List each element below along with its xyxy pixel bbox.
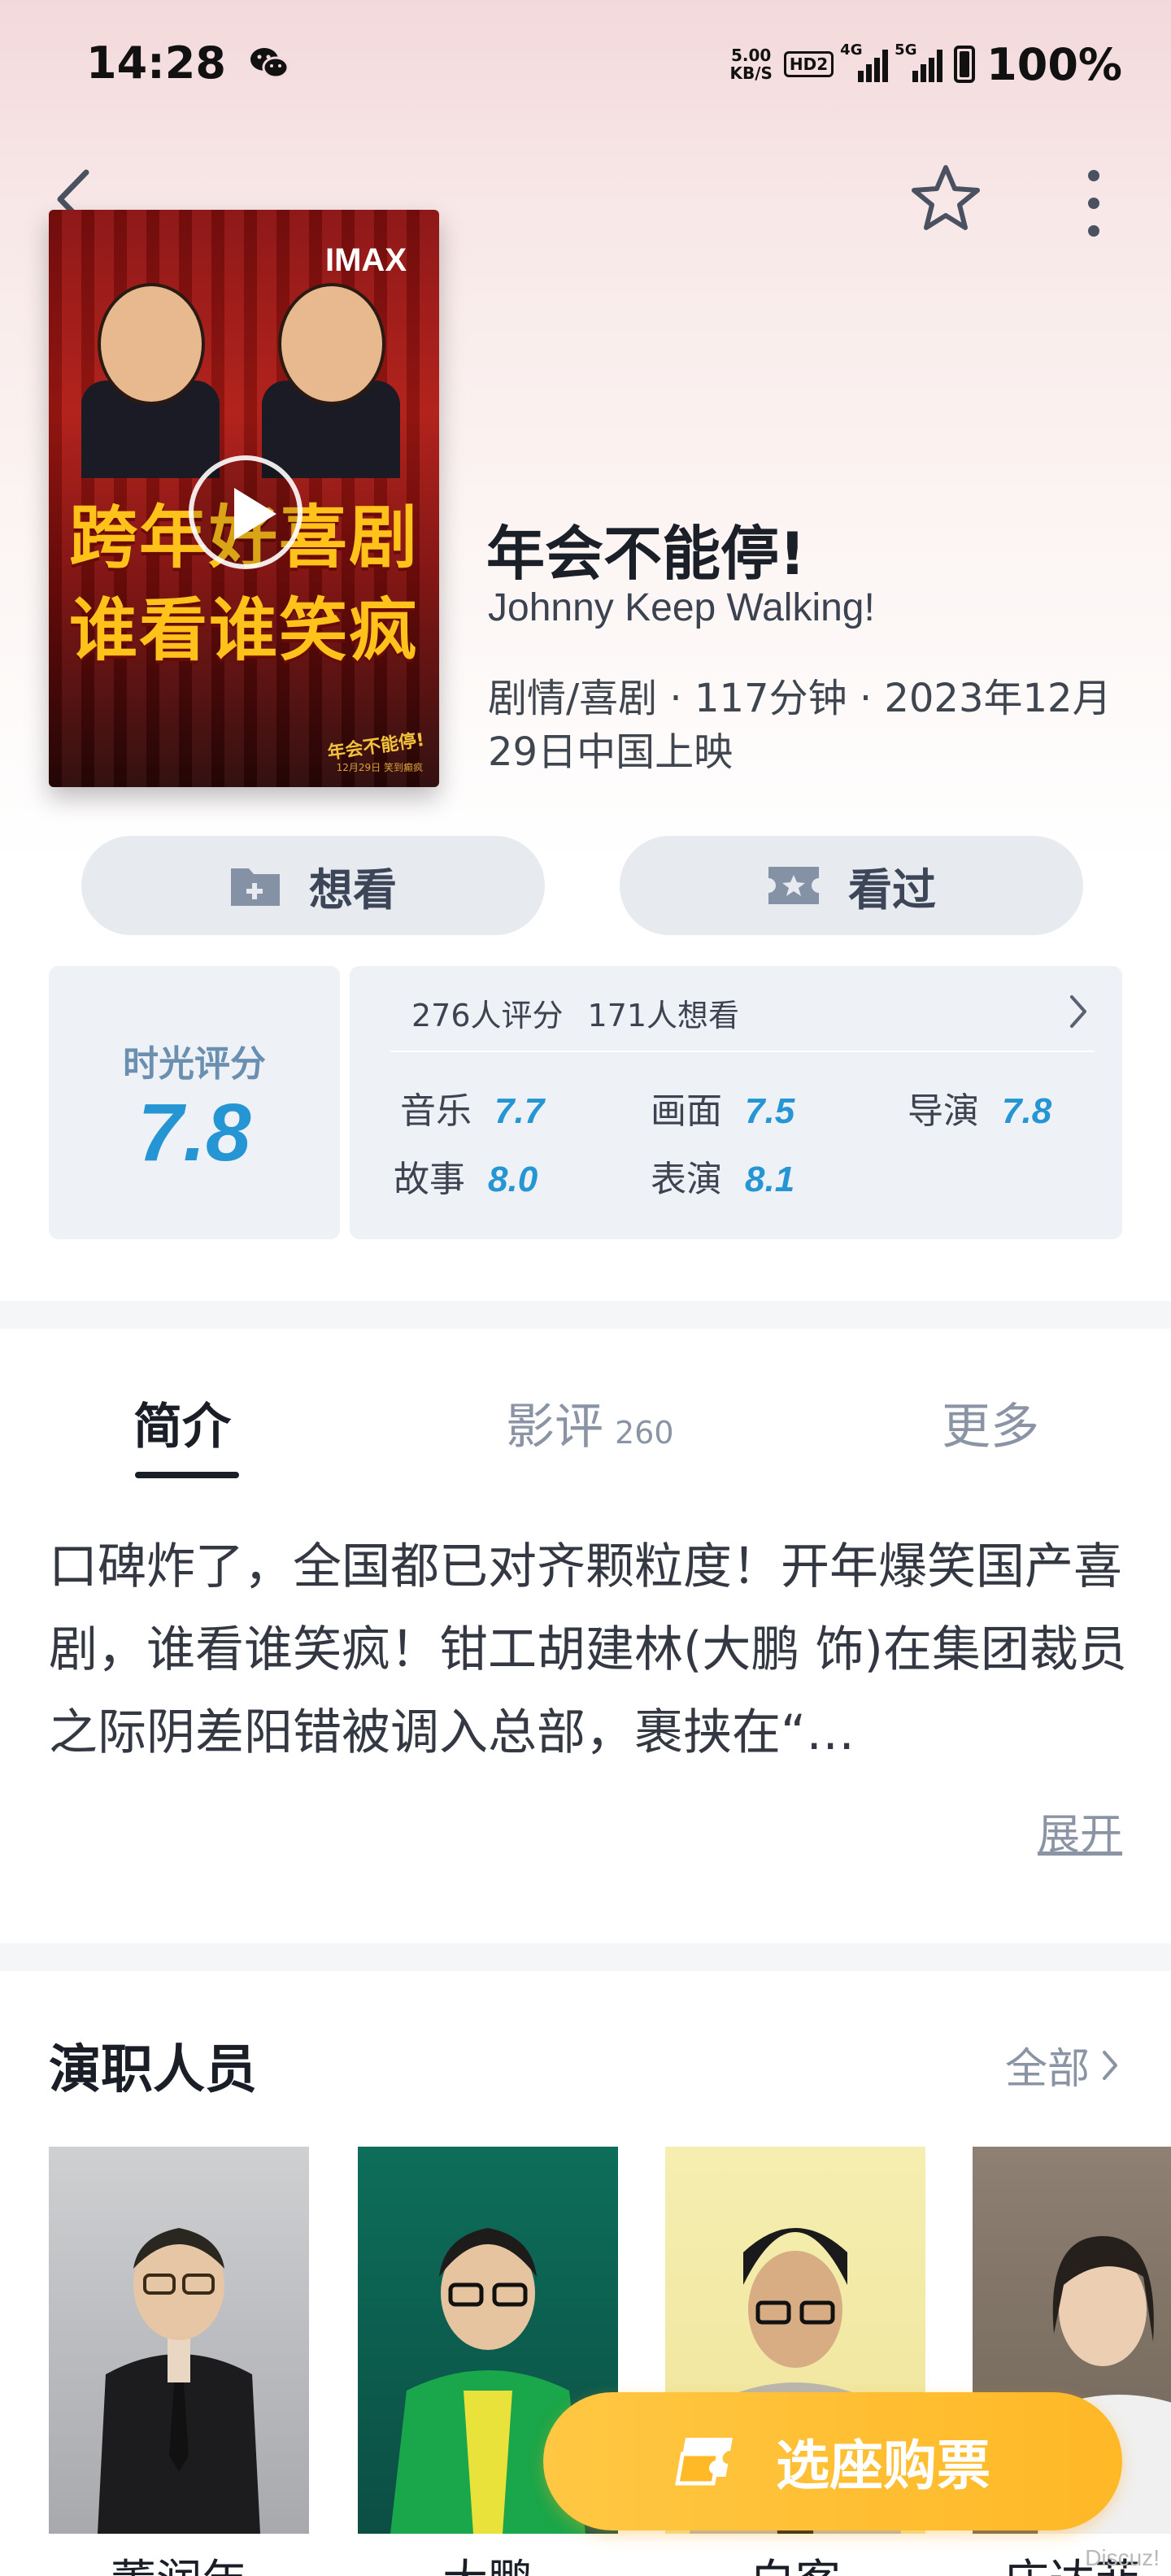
subscore-story: 故事 8.0 bbox=[394, 1150, 538, 1202]
cast-photo-figure bbox=[98, 2228, 260, 2534]
tab-reviews-count: 260 bbox=[615, 1415, 674, 1451]
chevron-right-icon bbox=[1103, 2050, 1117, 2080]
score-value: 7.8 bbox=[137, 1087, 251, 1178]
raters-count: 276人评分 bbox=[411, 998, 564, 1033]
signal-5g-icon: 5G bbox=[895, 41, 943, 82]
subscore-label: 导演 bbox=[908, 1090, 979, 1132]
watermark: Discuz! bbox=[1085, 2545, 1160, 2570]
buy-tickets-button[interactable]: 选座购票 bbox=[543, 2392, 1122, 2530]
tab-active-indicator bbox=[135, 1472, 239, 1478]
subscore-label: 故事 bbox=[394, 1159, 465, 1200]
chevron-right-icon[interactable] bbox=[1062, 990, 1095, 1033]
cast-name: 大鹏 bbox=[358, 2545, 618, 2576]
cast-view-all-link[interactable]: 全部 bbox=[1005, 2034, 1122, 2095]
network-speed-unit: KB/S bbox=[729, 63, 773, 83]
ticket-star-icon bbox=[768, 867, 819, 904]
play-trailer-button[interactable] bbox=[189, 455, 303, 569]
section-separator bbox=[0, 1943, 1171, 1971]
cast-photo[interactable] bbox=[49, 2147, 309, 2534]
tab-intro[interactable]: 简介 bbox=[133, 1387, 231, 1458]
movie-title: 年会不能停! bbox=[486, 520, 806, 588]
cast-view-all-label: 全部 bbox=[1004, 2045, 1090, 2094]
subscore-label: 音乐 bbox=[400, 1090, 472, 1132]
signal-4g-icon: 4G bbox=[840, 41, 889, 82]
tab-reviews-label: 影评 bbox=[506, 1399, 603, 1456]
tab-reviews[interactable]: 影评 260 bbox=[506, 1387, 674, 1458]
poster-logo-sub: 12月29日 笑到癫疯 bbox=[336, 762, 423, 773]
network-speed-value: 5.00 bbox=[731, 46, 772, 65]
ticket-icon bbox=[675, 2438, 733, 2486]
movie-meta: 剧情/喜剧 · 117分钟 · 2023年12月29日中国上映 bbox=[488, 676, 1112, 775]
network-speed: 5.00 KB/S bbox=[729, 46, 772, 82]
battery-level: 100% bbox=[986, 38, 1122, 90]
rating-divider bbox=[390, 1051, 1095, 1052]
favorite-star-icon[interactable] bbox=[909, 161, 982, 234]
overall-score-box: 时光评分 7.8 bbox=[49, 966, 340, 1239]
signal-4g-label: 4G bbox=[840, 41, 863, 59]
score-label: 时光评分 bbox=[123, 1043, 266, 1085]
subscore-label: 画面 bbox=[651, 1090, 722, 1132]
section-separator bbox=[0, 1301, 1171, 1329]
poster-figure-right-face bbox=[278, 283, 385, 405]
movie-english-title: Johnny Keep Walking! bbox=[488, 586, 875, 629]
cast-section-title: 演职人员 bbox=[49, 2040, 257, 2100]
subscore-value: 7.5 bbox=[745, 1091, 795, 1131]
cast-name: 董润年 bbox=[49, 2545, 309, 2576]
cast-name: 白客 bbox=[665, 2545, 925, 2576]
subscore-music: 音乐 7.7 bbox=[400, 1081, 544, 1134]
rating-stats: 276人评分 171人想看 bbox=[411, 990, 739, 1035]
status-time: 14:28 bbox=[86, 37, 226, 89]
subscore-director: 导演 7.8 bbox=[908, 1081, 1051, 1134]
want-to-watch-label: 想看 bbox=[309, 864, 397, 916]
poster-figure-left-face bbox=[98, 283, 205, 405]
buy-tickets-label: 选座购票 bbox=[776, 2435, 990, 2497]
synopsis-text: 口碑炸了，全国都已对齐颗粒度！开年爆笑国产喜剧，谁看谁笑疯！钳工胡建林(大鹏 饰… bbox=[49, 1538, 1127, 1761]
subscore-value: 7.7 bbox=[494, 1091, 545, 1131]
watched-label: 看过 bbox=[848, 864, 936, 916]
expand-synopsis-link[interactable]: 展开 bbox=[1038, 1800, 1122, 1861]
hd-badge: HD2 bbox=[783, 51, 834, 77]
poster-imax-badge: IMAX bbox=[325, 242, 407, 278]
status-indicators: 5.00 KB/S HD2 4G 5G 100% bbox=[729, 36, 1122, 93]
tab-more[interactable]: 更多 bbox=[942, 1387, 1039, 1458]
subscore-value: 8.1 bbox=[745, 1160, 795, 1199]
signal-5g-label: 5G bbox=[895, 41, 917, 59]
movie-poster[interactable]: IMAX 跨年好喜剧 谁看谁笑疯 年会不能停! 12月29日 笑到癫疯 bbox=[49, 210, 439, 787]
status-bar: 14:28 5.00 KB/S HD2 4G 5G 100% bbox=[0, 0, 1171, 130]
subscore-visual: 画面 7.5 bbox=[651, 1081, 794, 1134]
rating-details[interactable]: 276人评分 171人想看 音乐 7.7 画面 7.5 导演 7.8 故事 8.… bbox=[350, 966, 1122, 1239]
poster-tagline-2: 谁看谁笑疯 bbox=[68, 590, 419, 670]
folder-add-icon bbox=[231, 868, 280, 906]
wishers-count: 171人想看 bbox=[587, 998, 740, 1033]
subscore-value: 7.8 bbox=[1002, 1091, 1052, 1131]
wechat-icon bbox=[250, 48, 289, 79]
subscore-value: 8.0 bbox=[488, 1160, 538, 1199]
subscore-label: 表演 bbox=[651, 1159, 722, 1200]
want-to-watch-button[interactable]: 想看 bbox=[81, 836, 545, 935]
more-options-icon[interactable] bbox=[1065, 163, 1122, 244]
subscore-acting: 表演 8.1 bbox=[651, 1150, 794, 1202]
battery-icon bbox=[954, 46, 976, 83]
watched-button[interactable]: 看过 bbox=[620, 836, 1083, 935]
